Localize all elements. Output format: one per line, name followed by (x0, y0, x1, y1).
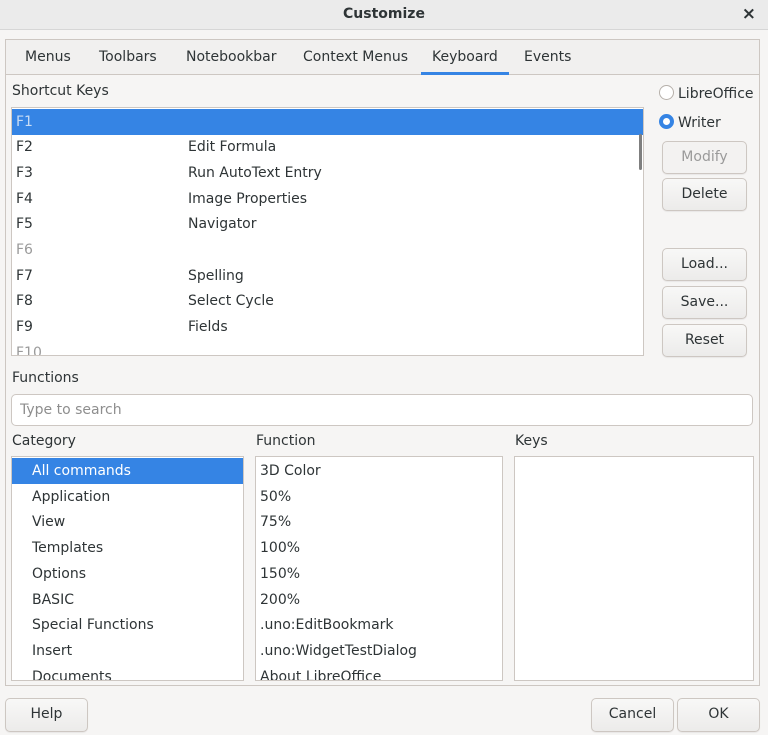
libreoffice-radio[interactable]: LibreOffice (659, 85, 754, 102)
shortcut-row[interactable]: F4 Image Properties (12, 186, 643, 212)
load-button[interactable]: Load... (662, 248, 747, 281)
function-list[interactable]: 3D Color 50% 75% 100% 150% 200% .uno:Edi… (255, 456, 503, 681)
tab-menus[interactable]: Menus (25, 49, 71, 65)
dialog-title: Customize (343, 6, 425, 22)
title-bar: Customize × (0, 0, 768, 30)
shortcut-row[interactable]: F7 Spelling (12, 263, 643, 289)
function-item[interactable]: 3D Color (256, 458, 502, 484)
radio-unchecked-icon (659, 85, 674, 100)
category-item[interactable]: View (12, 509, 243, 535)
category-label: Category (12, 433, 76, 449)
writer-radio[interactable]: Writer (659, 114, 721, 131)
shortcut-keys-list[interactable]: F1 F2 Edit Formula F3 Run AutoText Entry… (11, 107, 644, 356)
modify-button[interactable]: Modify (662, 141, 747, 174)
function-item[interactable]: 50% (256, 484, 502, 510)
shortcut-row[interactable]: F3 Run AutoText Entry (12, 160, 643, 186)
function-item[interactable]: About LibreOffice (256, 664, 502, 680)
shortcut-keys-label: Shortcut Keys (12, 83, 109, 99)
tab-bar: Menus Toolbars Notebookbar Context Menus… (6, 40, 759, 75)
function-item[interactable]: 75% (256, 509, 502, 535)
tab-toolbars[interactable]: Toolbars (99, 49, 157, 65)
function-item[interactable]: .uno:WidgetTestDialog (256, 638, 502, 664)
functions-label: Functions (12, 370, 79, 386)
category-item[interactable]: All commands (12, 458, 243, 484)
tab-context-menus[interactable]: Context Menus (303, 49, 408, 65)
radio-checked-icon (659, 114, 674, 129)
cancel-button[interactable]: Cancel (591, 698, 674, 732)
ok-button[interactable]: OK (677, 698, 760, 732)
shortcut-list-scrollbar[interactable] (639, 134, 642, 170)
tab-notebookbar[interactable]: Notebookbar (186, 49, 277, 65)
shortcut-row[interactable]: F2 Edit Formula (12, 134, 643, 160)
tab-keyboard[interactable]: Keyboard (421, 49, 509, 75)
shortcut-row[interactable]: F1 (12, 109, 643, 135)
function-item[interactable]: .uno:EditBookmark (256, 612, 502, 638)
function-item[interactable]: 150% (256, 561, 502, 587)
category-item[interactable]: Insert (12, 638, 243, 664)
shortcut-row[interactable]: F8 Select Cycle (12, 288, 643, 314)
reset-button[interactable]: Reset (662, 324, 747, 357)
close-icon[interactable]: × (742, 4, 756, 24)
search-input[interactable] (11, 394, 753, 426)
shortcut-row[interactable]: F5 Navigator (12, 211, 643, 237)
keys-list[interactable] (514, 456, 754, 681)
category-item[interactable]: Options (12, 561, 243, 587)
category-item[interactable]: Application (12, 484, 243, 510)
category-item[interactable]: Templates (12, 535, 243, 561)
function-label: Function (256, 433, 316, 449)
help-button[interactable]: Help (5, 698, 88, 732)
keys-label: Keys (515, 433, 548, 449)
category-item[interactable]: BASIC (12, 587, 243, 613)
save-button[interactable]: Save... (662, 286, 747, 319)
category-item[interactable]: Special Functions (12, 612, 243, 638)
tab-events[interactable]: Events (524, 49, 571, 65)
shortcut-row[interactable]: F10 (12, 340, 643, 355)
function-item[interactable]: 100% (256, 535, 502, 561)
function-item[interactable]: 200% (256, 587, 502, 613)
shortcut-row[interactable]: F6 (12, 237, 643, 263)
category-list[interactable]: All commands Application View Templates … (11, 456, 244, 681)
delete-button[interactable]: Delete (662, 178, 747, 211)
category-item[interactable]: Documents (12, 664, 243, 680)
shortcut-row[interactable]: F9 Fields (12, 314, 643, 340)
